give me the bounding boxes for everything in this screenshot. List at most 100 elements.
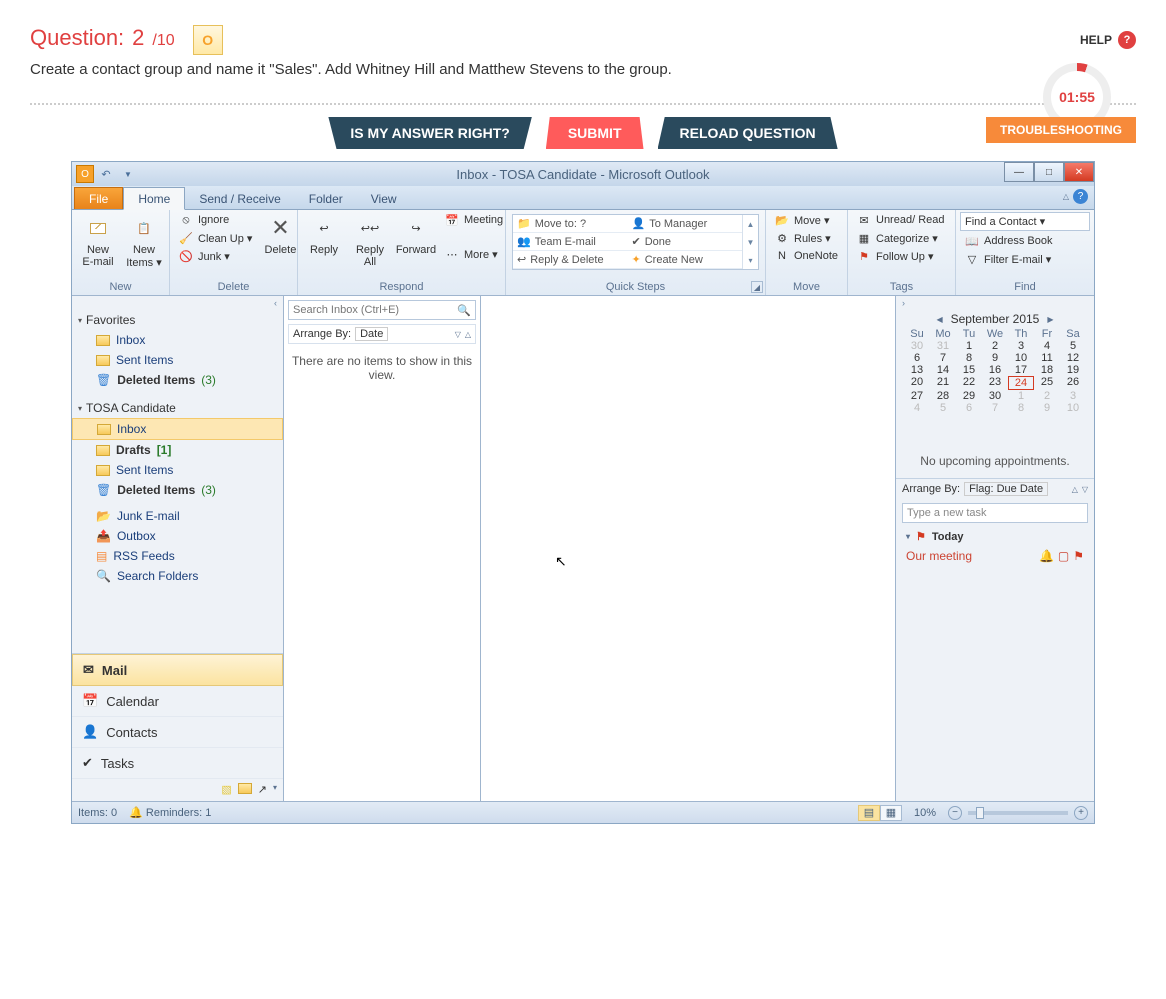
- calendar-day[interactable]: 1: [956, 340, 982, 352]
- minimize-ribbon-icon[interactable]: △: [1063, 192, 1069, 201]
- configure-buttons-icon[interactable]: ▾: [273, 783, 277, 797]
- calendar-day[interactable]: 14: [930, 364, 956, 376]
- categorize-button[interactable]: ▦Categorize ▾: [852, 230, 949, 246]
- calendar-day[interactable]: 15: [956, 364, 982, 376]
- calendar-day[interactable]: 20: [904, 376, 930, 390]
- quickstep-to-manager[interactable]: 👤To Manager: [628, 215, 743, 233]
- tab-home[interactable]: Home: [123, 187, 185, 210]
- quickstep-expand[interactable]: ▾: [743, 251, 758, 269]
- quickstep-create-new[interactable]: ✦Create New: [628, 251, 743, 269]
- fav-inbox[interactable]: Inbox: [72, 330, 283, 350]
- calendar-day[interactable]: 12: [1060, 352, 1086, 364]
- quicksteps-dialog-launcher[interactable]: ◢: [751, 281, 763, 293]
- calendar-day[interactable]: 6: [904, 352, 930, 364]
- help-icon[interactable]: ?: [1073, 189, 1088, 204]
- calendar-day[interactable]: 2: [1034, 390, 1060, 402]
- move-button[interactable]: 📂Move ▾: [770, 212, 842, 228]
- calendar-day[interactable]: 28: [930, 390, 956, 402]
- calendar-day[interactable]: 5: [1060, 340, 1086, 352]
- calendar-day[interactable]: 3: [1008, 340, 1034, 352]
- fav-sent[interactable]: Sent Items: [72, 350, 283, 370]
- tab-view[interactable]: View: [357, 188, 411, 209]
- calendar-day[interactable]: 30: [904, 340, 930, 352]
- check-answer-button[interactable]: IS MY ANSWER RIGHT?: [328, 117, 531, 149]
- task-arrange-by[interactable]: Arrange By: Flag: Due Date △ ▽: [896, 478, 1094, 499]
- calendar-day[interactable]: 13: [904, 364, 930, 376]
- view-reading-button[interactable]: ▦: [880, 805, 902, 821]
- calendar-day[interactable]: 4: [904, 402, 930, 414]
- status-reminders[interactable]: 🔔 Reminders: 1: [129, 806, 211, 819]
- address-book-button[interactable]: 📖Address Book: [960, 233, 1090, 249]
- calendar-day[interactable]: 3: [1060, 390, 1086, 402]
- calendar-day[interactable]: 10: [1060, 402, 1086, 414]
- task-our-meeting[interactable]: Our meeting 🔔 ▢ ⚑: [896, 546, 1094, 566]
- folder-search[interactable]: 🔍Search Folders: [72, 566, 283, 586]
- calendar-day[interactable]: 10: [1008, 352, 1034, 364]
- calendar-day[interactable]: 17: [1008, 364, 1034, 376]
- quickstep-team-email[interactable]: 👥Team E-mail: [513, 233, 628, 251]
- reply-all-button[interactable]: ↩↩Reply All: [348, 212, 392, 270]
- quickstep-scroll-up[interactable]: ▲: [743, 215, 758, 233]
- calendar-day[interactable]: 31: [930, 340, 956, 352]
- quickstep-move-to[interactable]: 📁Move to: ?: [513, 215, 628, 233]
- calendar-day[interactable]: 30: [982, 390, 1008, 402]
- calendar-day[interactable]: 5: [930, 402, 956, 414]
- calendar-day[interactable]: 6: [956, 402, 982, 414]
- calendar-day[interactable]: 23: [982, 376, 1008, 390]
- quick-steps-gallery[interactable]: 📁Move to: ? 👥Team E-mail ↩Reply & Delete…: [512, 214, 759, 270]
- prev-month-button[interactable]: ◀: [936, 315, 942, 324]
- calendar-day[interactable]: 19: [1060, 364, 1086, 376]
- tab-folder[interactable]: Folder: [295, 188, 357, 209]
- new-task-input[interactable]: Type a new task: [902, 503, 1088, 523]
- calendar-day[interactable]: 8: [1008, 402, 1034, 414]
- calendar-day[interactable]: 2: [982, 340, 1008, 352]
- calendar-day[interactable]: 26: [1060, 376, 1086, 390]
- arrange-by-button[interactable]: Arrange By: Date ▽ △: [288, 324, 476, 344]
- forward-button[interactable]: ↪Forward: [394, 212, 438, 258]
- more-respond-button[interactable]: ⋯More ▾: [440, 246, 507, 262]
- account-header[interactable]: TOSA Candidate: [72, 398, 283, 418]
- meeting-button[interactable]: 📅Meeting: [440, 212, 507, 228]
- module-mail[interactable]: ✉Mail: [72, 654, 283, 686]
- new-email-button[interactable]: New E-mail: [76, 212, 120, 270]
- shortcuts-mini-icon[interactable]: ↗: [258, 783, 267, 797]
- filter-email-button[interactable]: ▽Filter E-mail ▾: [960, 251, 1090, 267]
- calendar-day[interactable]: 22: [956, 376, 982, 390]
- folder-drafts[interactable]: Drafts [1]: [72, 440, 283, 460]
- follow-up-button[interactable]: ⚑Follow Up ▾: [852, 248, 949, 264]
- folder-junk[interactable]: 📂Junk E-mail: [72, 506, 283, 526]
- ignore-button[interactable]: ⦸Ignore: [174, 212, 256, 228]
- calendar-day[interactable]: 8: [956, 352, 982, 364]
- calendar-day[interactable]: 7: [930, 352, 956, 364]
- help-link[interactable]: HELP ?: [1080, 31, 1136, 49]
- reply-button[interactable]: ↩Reply: [302, 212, 346, 258]
- calendar-day[interactable]: 9: [1034, 402, 1060, 414]
- next-month-button[interactable]: ▶: [1047, 315, 1053, 324]
- calendar-day[interactable]: 16: [982, 364, 1008, 376]
- tab-file[interactable]: File: [74, 187, 123, 209]
- close-button[interactable]: ✕: [1064, 162, 1094, 182]
- maximize-button[interactable]: □: [1034, 162, 1064, 182]
- favorites-header[interactable]: Favorites: [72, 310, 283, 330]
- module-tasks[interactable]: ✔Tasks: [72, 748, 283, 779]
- minimize-button[interactable]: —: [1004, 162, 1034, 182]
- folder-deleted[interactable]: 🗑Deleted Items (3): [72, 480, 283, 500]
- module-calendar[interactable]: 📅Calendar: [72, 686, 283, 717]
- find-contact-input[interactable]: Find a Contact ▾: [960, 212, 1090, 231]
- reload-question-button[interactable]: RELOAD QUESTION: [658, 117, 838, 149]
- calendar-day[interactable]: 27: [904, 390, 930, 402]
- date-navigator[interactable]: SuMoTuWeThFrSa30311234567891011121314151…: [896, 328, 1094, 414]
- zoom-slider[interactable]: [968, 811, 1068, 815]
- task-group-today[interactable]: ▾⚑Today: [896, 527, 1094, 546]
- quickstep-reply-delete[interactable]: ↩Reply & Delete: [513, 251, 628, 269]
- onenote-button[interactable]: NOneNote: [770, 248, 842, 264]
- delete-button[interactable]: ✕ Delete: [258, 212, 302, 258]
- todobar-collapse[interactable]: ›: [896, 296, 1094, 310]
- module-contacts[interactable]: 👤Contacts: [72, 717, 283, 748]
- folder-sent[interactable]: Sent Items: [72, 460, 283, 480]
- search-inbox-input[interactable]: Search Inbox (Ctrl+E) 🔍: [288, 300, 476, 320]
- unread-read-button[interactable]: ✉Unread/ Read: [852, 212, 949, 228]
- calendar-day[interactable]: 11: [1034, 352, 1060, 364]
- troubleshooting-button[interactable]: TROUBLESHOOTING: [986, 117, 1136, 143]
- folder-outbox[interactable]: 📤Outbox: [72, 526, 283, 546]
